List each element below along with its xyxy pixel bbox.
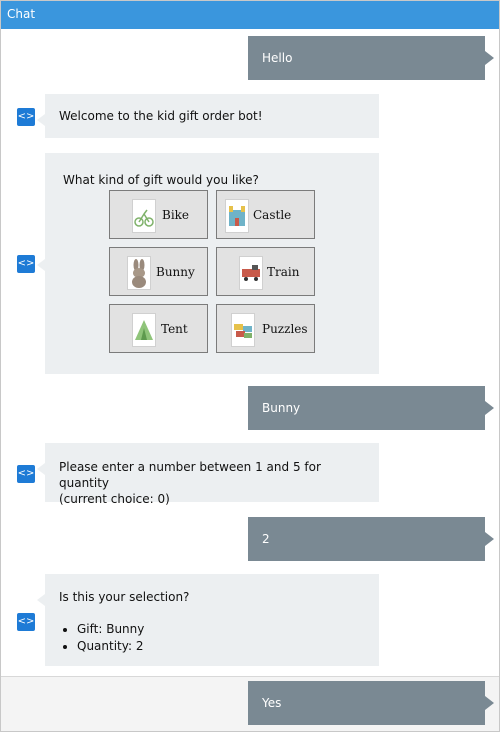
chat-header: Chat <box>1 1 499 29</box>
gift-button-castle-toy[interactable]: Castle Toy <box>216 190 315 271</box>
bot-avatar-icon: <> <box>17 255 35 273</box>
user-message-hello: Hello <box>248 36 494 80</box>
user-message-yes: Yes <box>248 681 494 725</box>
bot-avatar-icon: <> <box>17 108 35 126</box>
castle-toy-icon <box>225 199 249 233</box>
gift-label: Train <box>267 265 300 279</box>
card-title: What kind of gift would you like? <box>63 173 259 187</box>
gift-button-bike[interactable]: Bike <box>109 190 208 239</box>
bot-avatar-icon: <> <box>17 613 35 631</box>
bot-avatar-icon: <> <box>17 465 35 483</box>
bot-message-confirmation: Is this your selection? Gift: Bunny Quan… <box>37 574 379 666</box>
gift-button-bunny[interactable]: Bunny <box>109 247 208 296</box>
bunny-icon <box>127 256 151 290</box>
train-icon <box>239 256 263 290</box>
message-text: Is this your selection? <box>59 590 190 604</box>
gift-label: Bunny <box>156 265 195 279</box>
gift-label: Castle Toy <box>253 208 292 271</box>
message-text: 2 <box>262 532 270 546</box>
puzzles-icon <box>231 313 255 347</box>
gift-button-puzzles[interactable]: Puzzles <box>216 304 315 353</box>
list-item: Gift: Bunny <box>77 621 365 637</box>
gift-label: Bike <box>162 208 190 222</box>
message-text: Hello <box>262 51 293 65</box>
message-text: (current choice: 0) <box>59 492 170 506</box>
bike-icon <box>132 199 156 233</box>
selection-list: Gift: Bunny Quantity: 2 <box>59 621 365 654</box>
gift-label: Puzzles <box>262 322 308 336</box>
gift-choice-card: What kind of gift would you like? Bike C… <box>37 153 379 374</box>
gift-button-train[interactable]: Train <box>216 247 315 296</box>
bot-message-welcome: Welcome to the kid gift order bot! <box>37 94 379 138</box>
message-text: Please enter a number between 1 and 5 fo… <box>59 460 321 490</box>
chat-window: Chat Hello <> Welcome to the kid gift or… <box>0 0 500 732</box>
list-item: Quantity: 2 <box>77 638 365 654</box>
user-message-quantity: 2 <box>248 517 494 561</box>
chat-title: Chat <box>7 7 36 21</box>
gift-label: Tent <box>161 322 188 336</box>
message-text: Welcome to the kid gift order bot! <box>59 109 263 123</box>
user-message-bunny: Bunny <box>248 386 494 430</box>
message-text: Bunny <box>262 401 301 415</box>
message-text: Yes <box>262 696 282 710</box>
tent-icon <box>132 313 156 347</box>
bot-message-quantity: Please enter a number between 1 and 5 fo… <box>37 443 379 506</box>
gift-button-tent[interactable]: Tent <box>109 304 208 353</box>
